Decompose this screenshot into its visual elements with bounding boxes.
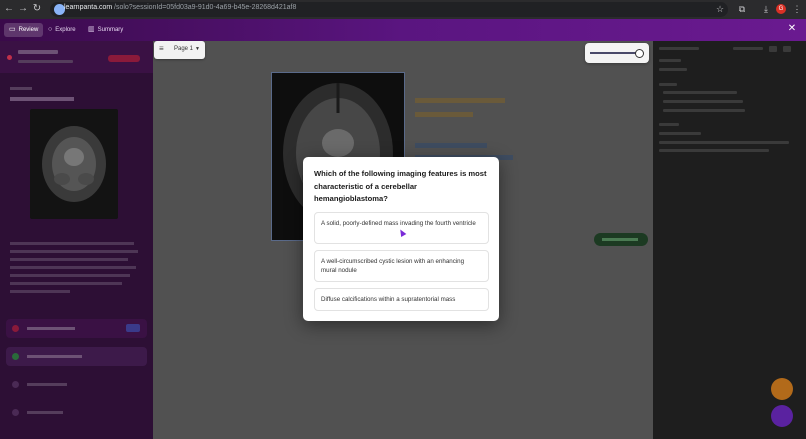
- annotation-subheading-placeholder: [415, 143, 487, 148]
- panel-text-placeholder: [659, 59, 681, 62]
- panel-text-placeholder: [733, 47, 763, 50]
- option-marker: [12, 409, 19, 416]
- tab-summary[interactable]: ▥ Summary: [83, 23, 128, 37]
- case-text-placeholder: [10, 242, 138, 293]
- sidebar-header: [0, 41, 153, 73]
- zoom-track: [590, 52, 640, 54]
- tab-review-label: Review: [18, 27, 39, 33]
- annotation-heading-placeholder: [415, 98, 505, 103]
- address-bar[interactable]: learnpanta.com /solo?sessionId=05fd03a9-…: [50, 2, 728, 17]
- option-marker: [12, 353, 19, 360]
- panel-text-placeholder: [659, 68, 687, 71]
- app-header: ▭ Review ○ Explore ▥ Summary: [0, 19, 806, 41]
- choice-label: A well-circumscribed cystic lesion with …: [321, 258, 465, 274]
- tab-summary-label: Summary: [97, 27, 124, 33]
- option-tag: [126, 324, 140, 332]
- page-selector[interactable]: ≡ Page 1 ▼: [154, 41, 205, 59]
- panel-text-placeholder: [663, 91, 737, 94]
- panel-text-placeholder: [659, 141, 789, 144]
- annotation-heading-placeholder: [415, 112, 473, 117]
- option-marker: [12, 381, 19, 388]
- option-label-placeholder: [27, 383, 67, 386]
- choice-label: Diffuse calcifications within a supraten…: [321, 296, 456, 303]
- panel-text-placeholder: [663, 100, 743, 103]
- case-sidebar: [0, 41, 153, 439]
- option-marker: [12, 325, 19, 332]
- question-counter-placeholder: [18, 50, 58, 54]
- panel-text-placeholder: [659, 149, 769, 152]
- panel-text-placeholder: [659, 83, 677, 86]
- button-label-placeholder: [602, 238, 638, 241]
- panel-text-placeholder: [663, 109, 745, 112]
- close-icon[interactable]: ✕: [786, 23, 798, 35]
- book-icon: ▭: [9, 26, 16, 33]
- choice-label: A solid, poorly-defined mass invading th…: [321, 220, 476, 227]
- answer-option-4[interactable]: [6, 403, 147, 422]
- search-icon: ○: [48, 26, 53, 33]
- status-badge: [108, 55, 140, 62]
- panel-text-placeholder: [659, 132, 701, 135]
- browser-toolbar: ← → ↻ learnpanta.com /solo?sessionId=05f…: [0, 0, 806, 19]
- option-label-placeholder: [27, 355, 82, 358]
- url-path: /solo?sessionId=05fd03a9-91d0-4a69-b45e-…: [114, 4, 297, 11]
- mri-thumbnail-image: [42, 126, 106, 202]
- extensions-icon[interactable]: ⧉: [736, 3, 748, 15]
- panel-icon[interactable]: [783, 46, 791, 52]
- url-host: learnpanta.com: [64, 4, 113, 11]
- answer-option-1[interactable]: [6, 319, 147, 338]
- profile-avatar[interactable]: G: [776, 4, 786, 14]
- menu-icon: ≡: [159, 44, 164, 53]
- page-label: Page 1: [174, 46, 194, 52]
- add-annotation-button[interactable]: [594, 233, 648, 246]
- answer-option-3[interactable]: [6, 375, 147, 394]
- zoom-handle[interactable]: [635, 49, 644, 58]
- status-dot: [7, 55, 12, 60]
- tab-explore[interactable]: ○ Explore: [43, 23, 81, 37]
- tab-explore-label: Explore: [55, 27, 76, 33]
- download-icon[interactable]: ⤓: [760, 3, 772, 15]
- question-modal: Which of the following imaging features …: [303, 157, 499, 321]
- help-fab[interactable]: [771, 378, 793, 400]
- panel-icon[interactable]: [769, 46, 777, 52]
- chevron-down-icon: ▼: [195, 46, 200, 52]
- case-title-placeholder: [10, 97, 74, 101]
- sidebar-subtitle-placeholder: [18, 60, 73, 63]
- question-text: Which of the following imaging features …: [314, 169, 487, 203]
- menu-kebab-icon[interactable]: ⋮: [791, 3, 803, 15]
- panel-text-placeholder: [659, 123, 679, 126]
- choice-option-3[interactable]: Diffuse calcifications within a supraten…: [314, 288, 489, 311]
- zoom-slider[interactable]: [585, 43, 649, 63]
- option-label-placeholder: [27, 327, 75, 330]
- answer-option-2[interactable]: [6, 347, 147, 366]
- chat-fab[interactable]: [771, 405, 793, 427]
- choice-option-2[interactable]: A well-circumscribed cystic lesion with …: [314, 250, 489, 282]
- back-icon[interactable]: ←: [3, 3, 15, 15]
- reload-icon[interactable]: ↻: [31, 3, 43, 15]
- option-label-placeholder: [27, 411, 63, 414]
- tab-review[interactable]: ▭ Review: [4, 23, 44, 37]
- forward-icon[interactable]: →: [17, 3, 29, 15]
- panel-text-placeholder: [659, 47, 699, 50]
- section-label-placeholder: [10, 87, 32, 90]
- bookmark-star-icon[interactable]: ☆: [714, 3, 726, 15]
- case-thumbnail[interactable]: [30, 109, 118, 219]
- bar-chart-icon: ▥: [88, 26, 95, 33]
